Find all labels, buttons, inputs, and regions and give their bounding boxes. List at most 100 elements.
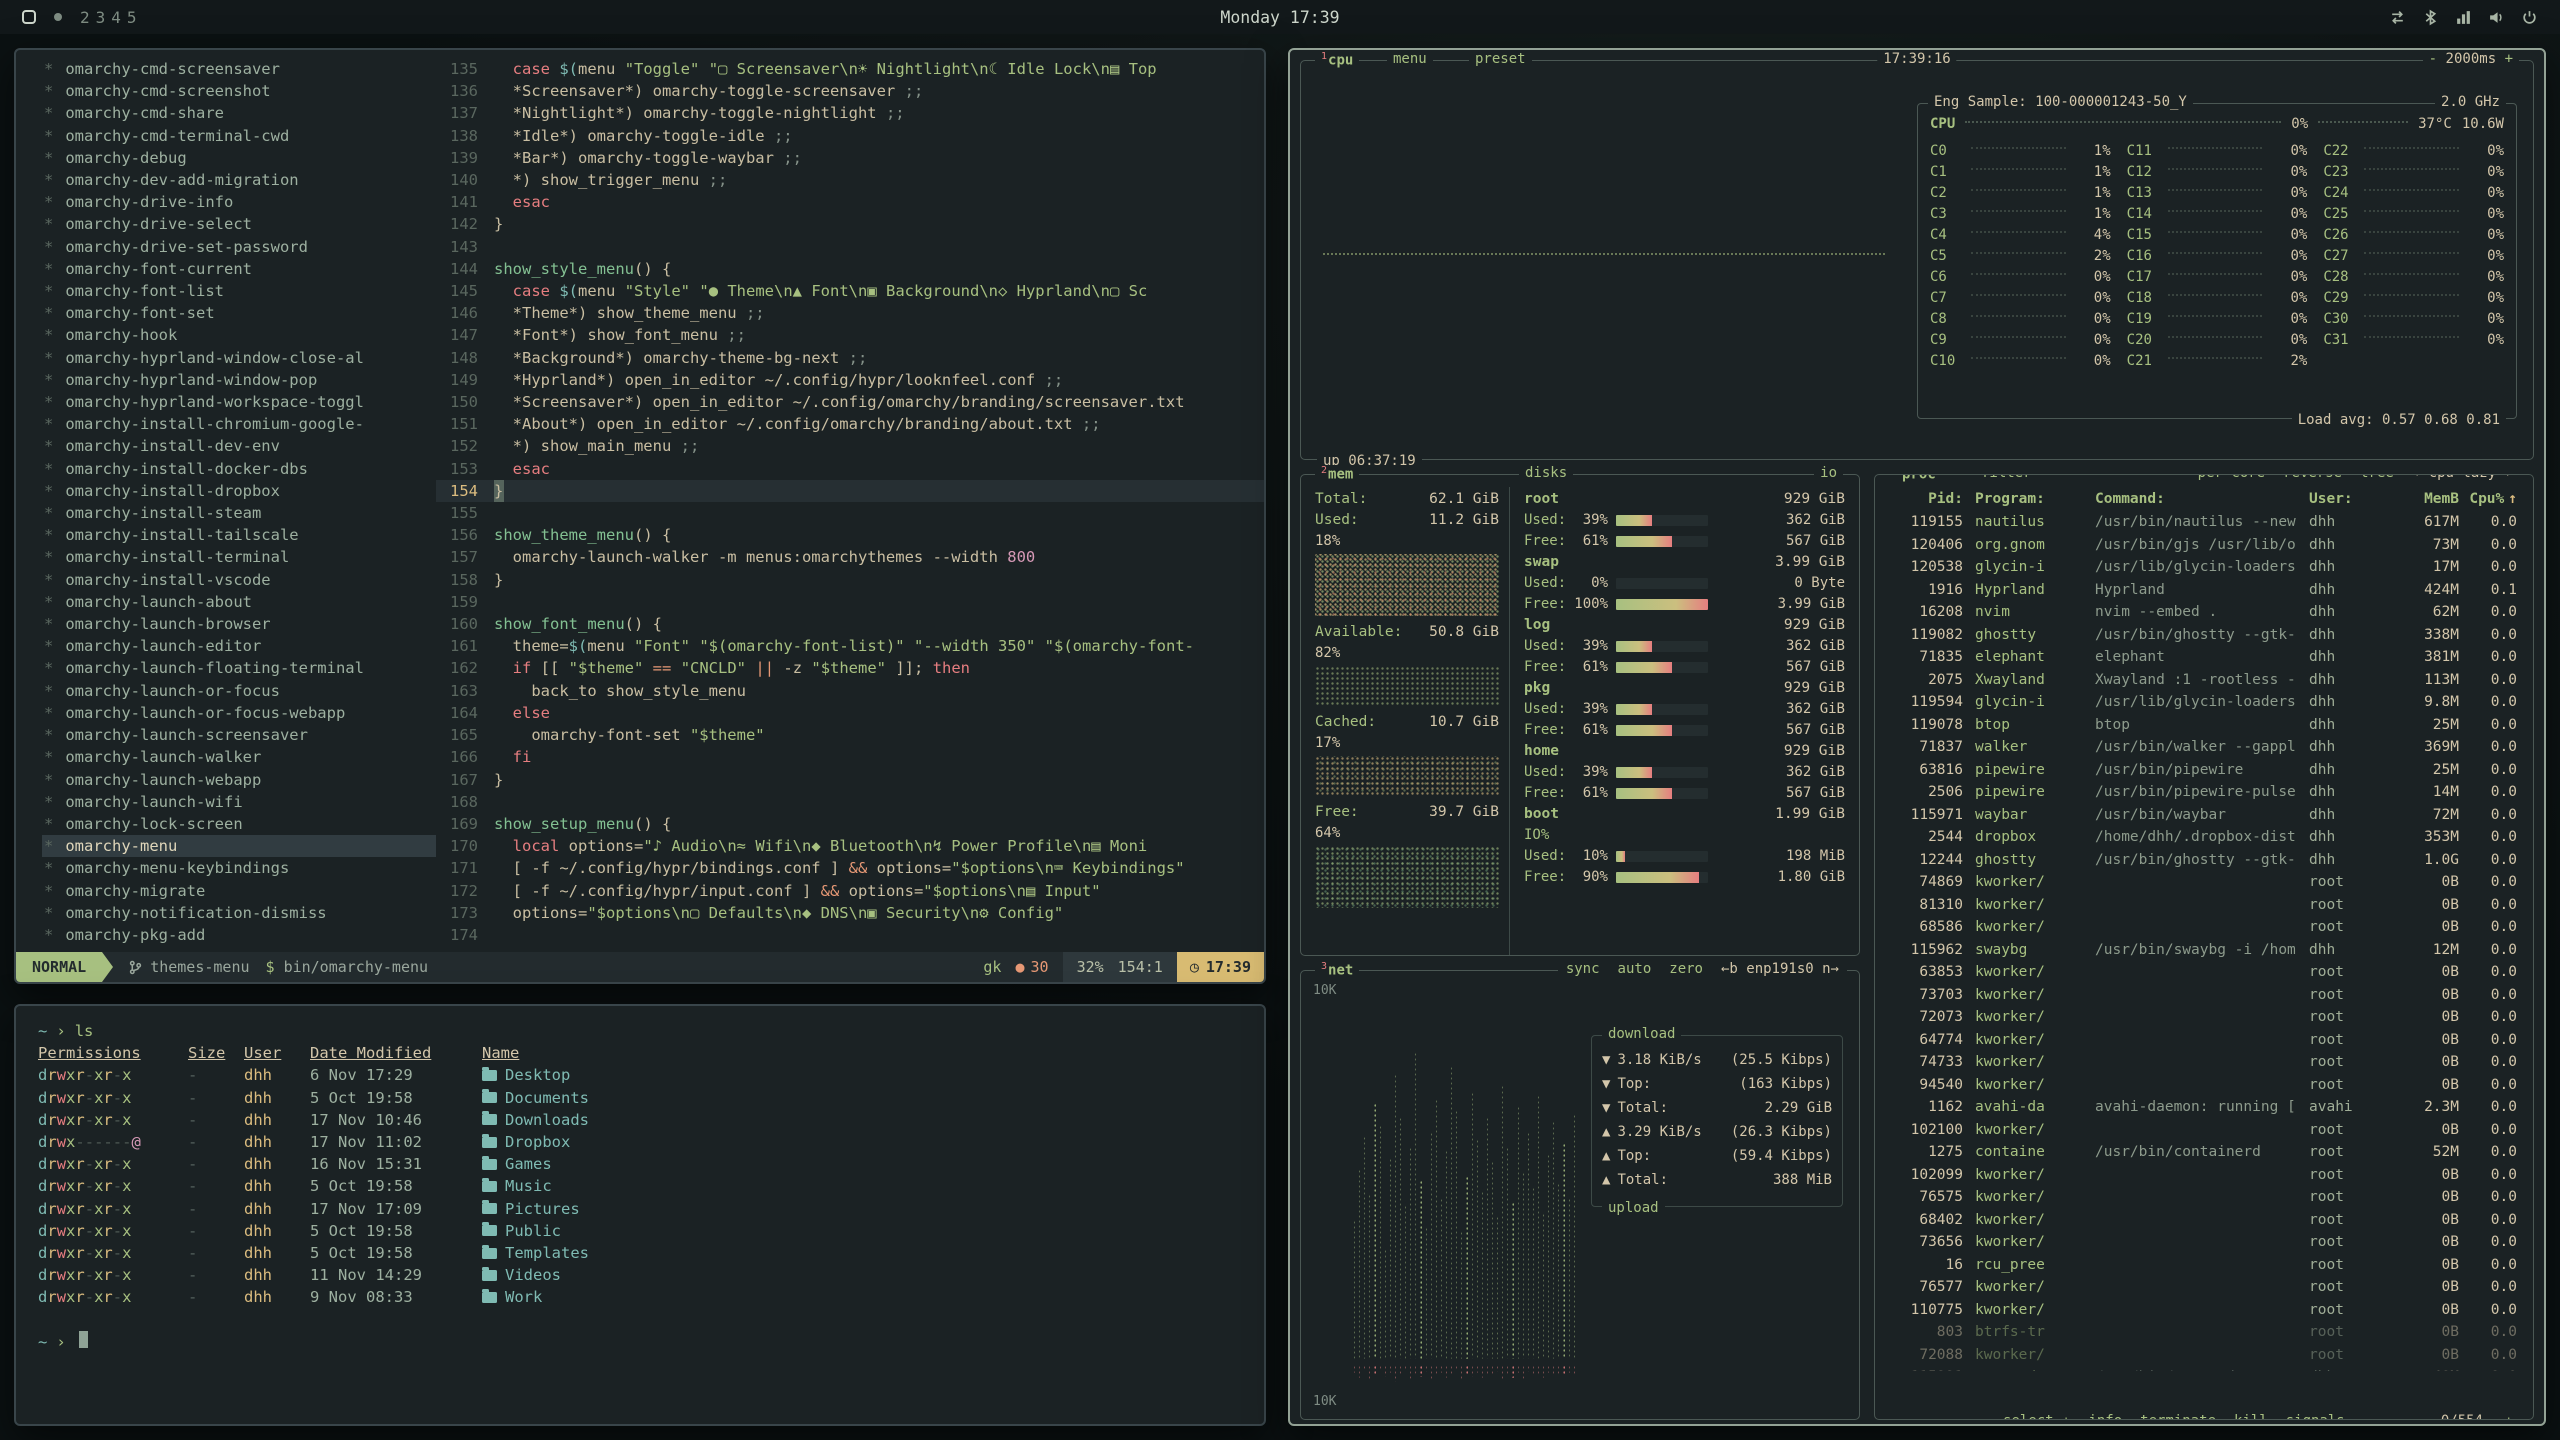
- network-arrows-icon[interactable]: [2389, 9, 2406, 26]
- process-row[interactable]: 73703 kworker/ root 0B 0.0: [1891, 984, 2517, 1007]
- file-item[interactable]: * omarchy-hyprland-window-pop: [42, 369, 436, 391]
- process-row[interactable]: 71835 elephant elephant dhh 381M 0.0: [1891, 646, 2517, 669]
- process-row[interactable]: 120406 org.gnom /usr/bin/gjs /usr/lib/o …: [1891, 534, 2517, 557]
- zero-button[interactable]: zero: [1669, 961, 1703, 977]
- preset-button[interactable]: preset: [1469, 51, 1532, 67]
- name-cell[interactable]: Games: [482, 1153, 1242, 1175]
- workspace-active-icon[interactable]: [22, 10, 36, 24]
- process-row[interactable]: 102099 kworker/ root 0B 0.0: [1891, 1164, 2517, 1187]
- command-column-header[interactable]: Command:: [2095, 491, 2309, 507]
- file-item[interactable]: * omarchy-cmd-share: [42, 102, 436, 124]
- process-row[interactable]: 63816 pipewire /usr/bin/pipewire dhh 25M…: [1891, 759, 2517, 782]
- interval-increase-button[interactable]: +: [2505, 51, 2513, 67]
- sync-button[interactable]: sync: [1566, 961, 1600, 977]
- process-list[interactable]: 119155 nautilus /usr/bin/nautilus --new …: [1875, 511, 2533, 1371]
- file-item[interactable]: * omarchy-cmd-terminal-cwd: [42, 125, 436, 147]
- name-cell[interactable]: Templates: [482, 1242, 1242, 1264]
- file-item[interactable]: * omarchy-launch-browser: [42, 613, 436, 635]
- reverse-button[interactable]: reverse: [2283, 474, 2342, 481]
- file-item[interactable]: * omarchy-lock-screen: [42, 813, 436, 835]
- name-cell[interactable]: Videos: [482, 1264, 1242, 1286]
- process-row[interactable]: 71837 walker /usr/bin/walker --gappl dhh…: [1891, 736, 2517, 759]
- sort-selector[interactable]: ‹ cpu lazy ›: [2412, 474, 2513, 481]
- process-row[interactable]: 115962 swaybg /usr/bin/swaybg -i /hom dh…: [1891, 939, 2517, 962]
- btop-window[interactable]: 1cpu menu preset 17:39:16 - 2000ms + Eng…: [1288, 48, 2546, 1426]
- file-item[interactable]: * omarchy-font-list: [42, 280, 436, 302]
- per-core-button[interactable]: per-core: [2198, 474, 2265, 481]
- file-item[interactable]: * omarchy-install-dev-env: [42, 435, 436, 457]
- file-item[interactable]: * omarchy-migrate: [42, 880, 436, 902]
- name-cell[interactable]: Documents: [482, 1087, 1242, 1109]
- process-row[interactable]: 110775 kworker/ root 0B 0.0: [1891, 1299, 2517, 1322]
- process-row[interactable]: 119082 ghostty /usr/bin/ghostty --gtk- d…: [1891, 624, 2517, 647]
- file-item[interactable]: * omarchy-hyprland-window-close-al: [42, 347, 436, 369]
- file-list[interactable]: * omarchy-cmd-screensaver * omarchy-cmd-…: [16, 50, 436, 952]
- file-item[interactable]: * omarchy-launch-walker: [42, 746, 436, 768]
- file-item[interactable]: * omarchy-cmd-screensaver: [42, 58, 436, 80]
- name-cell[interactable]: Work: [482, 1286, 1242, 1308]
- workspace-number[interactable]: 3: [96, 8, 106, 27]
- program-column-header[interactable]: Program:: [1975, 491, 2095, 507]
- process-row[interactable]: 102100 kworker/ root 0B 0.0: [1891, 1119, 2517, 1142]
- file-item[interactable]: * omarchy-hook: [42, 324, 436, 346]
- file-item[interactable]: * omarchy-install-steam: [42, 502, 436, 524]
- bluetooth-icon[interactable]: [2422, 9, 2439, 26]
- process-row[interactable]: 2075 Xwayland Xwayland :1 -rootless - dh…: [1891, 669, 2517, 692]
- file-item[interactable]: * omarchy-drive-select: [42, 213, 436, 235]
- file-item[interactable]: * omarchy-install-chromium-google-: [42, 413, 436, 435]
- tree-button[interactable]: tree: [2360, 474, 2394, 481]
- process-row[interactable]: 64774 kworker/ root 0B 0.0: [1891, 1029, 2517, 1052]
- io-toggle-button[interactable]: io: [1814, 465, 1843, 481]
- file-item[interactable]: * omarchy-launch-editor: [42, 635, 436, 657]
- file-item[interactable]: * omarchy-cmd-screenshot: [42, 80, 436, 102]
- file-item[interactable]: * omarchy-dev-add-migration: [42, 169, 436, 191]
- file-item[interactable]: * omarchy-install-tailscale: [42, 524, 436, 546]
- workspace-number[interactable]: 2: [80, 8, 90, 27]
- file-item[interactable]: * omarchy-notification-dismiss: [42, 902, 436, 924]
- process-row[interactable]: 76577 kworker/ root 0B 0.0: [1891, 1276, 2517, 1299]
- mem-column-header[interactable]: MemB: [2387, 491, 2459, 507]
- workspace-number[interactable]: 5: [127, 8, 137, 27]
- file-item[interactable]: * omarchy-drive-set-password: [42, 236, 436, 258]
- process-row[interactable]: 74733 kworker/ root 0B 0.0: [1891, 1051, 2517, 1074]
- file-item[interactable]: * omarchy-install-docker-dbs: [42, 458, 436, 480]
- scroll-down-icon[interactable]: ↓: [2499, 1413, 2519, 1420]
- interface-selector[interactable]: ←b enp191s0 n→: [1721, 961, 1839, 977]
- process-row[interactable]: 74869 kworker/ root 0B 0.0: [1891, 871, 2517, 894]
- file-item[interactable]: * omarchy-pkg-add: [42, 924, 436, 946]
- process-row[interactable]: 63853 kworker/ root 0B 0.0: [1891, 961, 2517, 984]
- prompt-line[interactable]: ~ ›: [38, 1331, 1242, 1353]
- process-row[interactable]: 115971 waybar /usr/bin/waybar dhh 72M 0.…: [1891, 804, 2517, 827]
- process-row[interactable]: 115991 swayosd- /usr/bin/swayosd-server …: [1891, 1366, 2517, 1371]
- cpu-column-header[interactable]: Cpu%↑: [2459, 491, 2517, 507]
- file-item[interactable]: * omarchy-launch-wifi: [42, 791, 436, 813]
- file-item[interactable]: * omarchy-launch-webapp: [42, 769, 436, 791]
- process-row[interactable]: 119594 glycin-i /usr/lib/glycin-loaders …: [1891, 691, 2517, 714]
- file-item[interactable]: * omarchy-install-dropbox: [42, 480, 436, 502]
- workspace-number[interactable]: 4: [111, 8, 121, 27]
- proc-action-button[interactable]: terminate: [2140, 1413, 2216, 1420]
- file-item[interactable]: * omarchy-launch-or-focus-webapp: [42, 702, 436, 724]
- process-row[interactable]: 94540 kworker/ root 0B 0.0: [1891, 1074, 2517, 1097]
- process-row[interactable]: 12244 ghostty /usr/bin/ghostty --gtk- dh…: [1891, 849, 2517, 872]
- user-column-header[interactable]: User:: [2309, 491, 2387, 507]
- file-item[interactable]: * omarchy-install-terminal: [42, 546, 436, 568]
- filter-button[interactable]: filter: [1975, 474, 2038, 481]
- proc-action-button[interactable]: info: [2088, 1413, 2122, 1420]
- process-row[interactable]: 68402 kworker/ root 0B 0.0: [1891, 1209, 2517, 1232]
- file-item[interactable]: * omarchy-menu-keybindings: [42, 857, 436, 879]
- name-cell[interactable]: Music: [482, 1175, 1242, 1197]
- proc-action-button[interactable]: select ↓: [2003, 1413, 2070, 1420]
- process-row[interactable]: 1162 avahi-da avahi-daemon: running [ av…: [1891, 1096, 2517, 1119]
- file-item[interactable]: * omarchy-menu: [42, 835, 436, 857]
- process-row[interactable]: 72088 kworker/ root 0B 0.0: [1891, 1344, 2517, 1367]
- process-row[interactable]: 72073 kworker/ root 0B 0.0: [1891, 1006, 2517, 1029]
- name-cell[interactable]: Downloads: [482, 1109, 1242, 1131]
- process-row[interactable]: 76575 kworker/ root 0B 0.0: [1891, 1186, 2517, 1209]
- interval-decrease-button[interactable]: -: [2429, 51, 2437, 67]
- name-cell[interactable]: Desktop: [482, 1064, 1242, 1086]
- file-item[interactable]: * omarchy-launch-about: [42, 591, 436, 613]
- process-row[interactable]: 81310 kworker/ root 0B 0.0: [1891, 894, 2517, 917]
- file-item[interactable]: * omarchy-debug: [42, 147, 436, 169]
- file-item[interactable]: * omarchy-drive-info: [42, 191, 436, 213]
